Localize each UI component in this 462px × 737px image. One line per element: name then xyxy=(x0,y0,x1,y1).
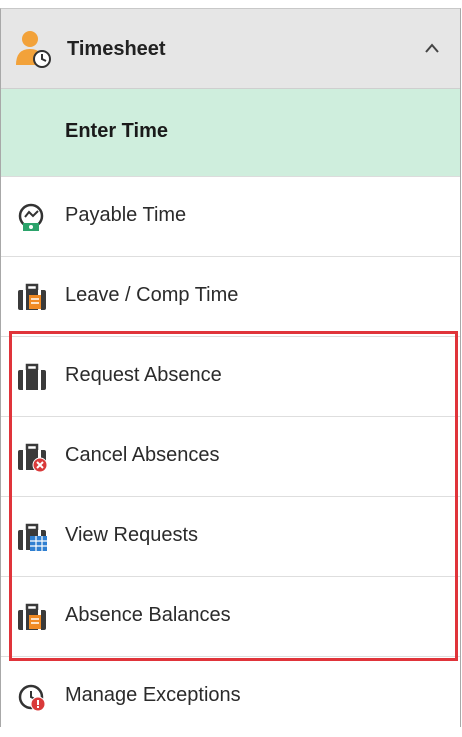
menu-item-payable-time[interactable]: Payable Time xyxy=(1,177,460,257)
menu-item-label: View Requests xyxy=(65,524,199,546)
menu-item-manage-exceptions[interactable]: Manage Exceptions xyxy=(1,657,460,737)
timesheet-title: Timesheet xyxy=(67,38,166,60)
menu-item-label: Manage Exceptions xyxy=(65,684,241,706)
timesheet-menu-panel: Timesheet Enter Time Payable Time Leave … xyxy=(0,8,461,737)
menu-item-label: Request Absence xyxy=(65,364,222,386)
payable-time-icon xyxy=(17,203,47,238)
leave-comp-time-icon xyxy=(17,283,49,316)
menu-item-label: Enter Time xyxy=(65,120,168,142)
menu-item-label: Payable Time xyxy=(65,204,187,226)
menu-item-label: Cancel Absences xyxy=(65,444,220,466)
menu-item-enter-time[interactable]: Enter Time xyxy=(1,89,460,177)
menu-item-absence-balances[interactable]: Absence Balances xyxy=(1,577,460,657)
request-absence-icon xyxy=(17,363,49,396)
manage-exceptions-icon xyxy=(17,683,47,718)
menu-item-view-requests[interactable]: View Requests xyxy=(1,497,460,577)
menu-item-label: Absence Balances xyxy=(65,604,231,626)
menu-item-label: Leave / Comp Time xyxy=(65,284,239,306)
timesheet-person-clock-icon xyxy=(13,29,53,74)
chevron-up-icon[interactable] xyxy=(424,41,440,59)
menu-item-leave-comp-time[interactable]: Leave / Comp Time xyxy=(1,257,460,337)
absence-balances-icon xyxy=(17,603,49,636)
menu-item-request-absence[interactable]: Request Absence xyxy=(1,337,460,417)
view-requests-icon xyxy=(17,523,49,558)
menu-item-cancel-absences[interactable]: Cancel Absences xyxy=(1,417,460,497)
timesheet-header[interactable]: Timesheet xyxy=(1,9,460,89)
cancel-absences-icon xyxy=(17,443,49,478)
